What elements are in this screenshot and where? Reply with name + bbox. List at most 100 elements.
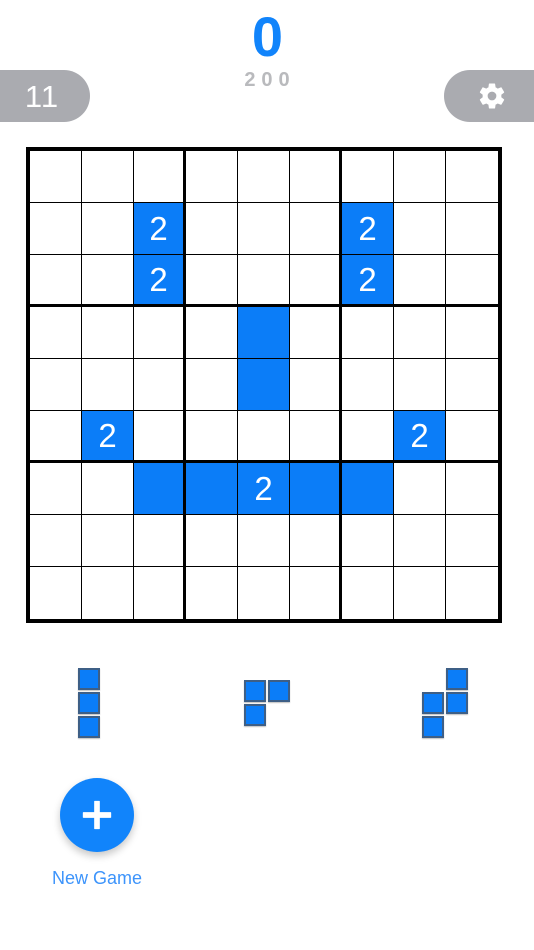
board-cell[interactable] bbox=[82, 203, 134, 255]
board-cell[interactable] bbox=[290, 151, 342, 203]
board-cell[interactable] bbox=[82, 151, 134, 203]
board-cell[interactable]: 2 bbox=[342, 203, 394, 255]
board-cell[interactable] bbox=[446, 255, 498, 307]
board-cell[interactable]: 2 bbox=[134, 255, 186, 307]
tray-slot[interactable] bbox=[178, 645, 356, 760]
board-cell[interactable] bbox=[238, 307, 290, 359]
board-cell[interactable] bbox=[446, 151, 498, 203]
board-cell[interactable] bbox=[446, 307, 498, 359]
board-cell[interactable] bbox=[446, 411, 498, 463]
board-cell[interactable] bbox=[82, 515, 134, 567]
header-bar: 11 0 200 bbox=[0, 0, 534, 140]
board-cell[interactable] bbox=[342, 151, 394, 203]
board-cell[interactable] bbox=[30, 411, 82, 463]
new-game-button[interactable] bbox=[60, 778, 134, 852]
piece-l-tromino[interactable] bbox=[244, 679, 290, 726]
tray-slot[interactable] bbox=[356, 645, 534, 760]
board-cell[interactable] bbox=[82, 255, 134, 307]
board-cell[interactable] bbox=[446, 359, 498, 411]
board-cell[interactable] bbox=[238, 203, 290, 255]
board-cell[interactable] bbox=[186, 567, 238, 619]
board-cell[interactable] bbox=[186, 151, 238, 203]
piece-block bbox=[422, 715, 444, 738]
board-cell[interactable] bbox=[186, 515, 238, 567]
board-cell[interactable] bbox=[134, 151, 186, 203]
game-board[interactable]: 2222222 bbox=[26, 147, 502, 623]
new-game-label[interactable]: New Game bbox=[22, 868, 172, 888]
board-cell[interactable] bbox=[134, 307, 186, 359]
board-cell[interactable] bbox=[238, 151, 290, 203]
board-cell[interactable] bbox=[342, 307, 394, 359]
board-cell[interactable] bbox=[82, 307, 134, 359]
board-cell[interactable]: 2 bbox=[394, 411, 446, 463]
board-cell[interactable] bbox=[342, 567, 394, 619]
board-cell[interactable] bbox=[290, 463, 342, 515]
board-cell[interactable] bbox=[186, 411, 238, 463]
board-cell[interactable] bbox=[186, 463, 238, 515]
board-cell[interactable] bbox=[82, 463, 134, 515]
piece-tray bbox=[0, 645, 534, 760]
board-cell[interactable] bbox=[82, 359, 134, 411]
board-cell[interactable] bbox=[238, 567, 290, 619]
board-cell[interactable] bbox=[394, 463, 446, 515]
board-cell[interactable] bbox=[134, 567, 186, 619]
board-cell[interactable]: 2 bbox=[342, 255, 394, 307]
board-cell[interactable]: 2 bbox=[82, 411, 134, 463]
board-cell[interactable] bbox=[30, 567, 82, 619]
piece-s-tetromino[interactable] bbox=[422, 667, 468, 738]
board-cell[interactable] bbox=[290, 255, 342, 307]
board-cell[interactable] bbox=[290, 567, 342, 619]
board-cell[interactable] bbox=[238, 359, 290, 411]
board-cell[interactable] bbox=[186, 307, 238, 359]
board-cell[interactable] bbox=[446, 515, 498, 567]
board-cell[interactable] bbox=[290, 307, 342, 359]
board-cell[interactable] bbox=[342, 359, 394, 411]
score-current: 0 bbox=[251, 5, 283, 68]
settings-button[interactable] bbox=[444, 70, 534, 122]
board-cell[interactable] bbox=[238, 515, 290, 567]
tray-slot[interactable] bbox=[0, 645, 178, 760]
board-cell[interactable] bbox=[342, 463, 394, 515]
board-cell[interactable] bbox=[134, 359, 186, 411]
board-cell[interactable] bbox=[394, 203, 446, 255]
board-cell[interactable] bbox=[446, 203, 498, 255]
board-cell[interactable] bbox=[82, 567, 134, 619]
board-cell[interactable] bbox=[290, 359, 342, 411]
board-cell[interactable] bbox=[186, 359, 238, 411]
board-cell[interactable] bbox=[134, 463, 186, 515]
board-cell[interactable] bbox=[30, 515, 82, 567]
board-cell[interactable] bbox=[30, 151, 82, 203]
piece-block bbox=[244, 703, 266, 726]
board-cell[interactable] bbox=[238, 411, 290, 463]
board-cell[interactable] bbox=[238, 255, 290, 307]
board-cell[interactable] bbox=[30, 255, 82, 307]
board-cell[interactable] bbox=[30, 203, 82, 255]
piece-gap bbox=[422, 668, 444, 690]
board-cell[interactable] bbox=[30, 463, 82, 515]
board-cell[interactable] bbox=[134, 515, 186, 567]
board-cell[interactable] bbox=[290, 203, 342, 255]
board-cell[interactable] bbox=[394, 567, 446, 619]
board-cell[interactable] bbox=[446, 463, 498, 515]
board-cell[interactable] bbox=[394, 255, 446, 307]
board-cell[interactable]: 2 bbox=[238, 463, 290, 515]
piece-i-vertical[interactable] bbox=[78, 667, 100, 738]
board-cell[interactable] bbox=[186, 255, 238, 307]
board-cell[interactable] bbox=[342, 411, 394, 463]
board-cell[interactable] bbox=[394, 515, 446, 567]
new-game-control: New Game bbox=[22, 778, 172, 888]
board-cell[interactable] bbox=[394, 359, 446, 411]
board-cell[interactable] bbox=[290, 515, 342, 567]
board-cell[interactable] bbox=[30, 307, 82, 359]
board-cell[interactable] bbox=[30, 359, 82, 411]
board-cell[interactable] bbox=[446, 567, 498, 619]
board-cell[interactable]: 2 bbox=[134, 203, 186, 255]
board-cell[interactable] bbox=[394, 151, 446, 203]
board-cell[interactable] bbox=[186, 203, 238, 255]
board-cell[interactable] bbox=[290, 411, 342, 463]
board-cell[interactable] bbox=[394, 307, 446, 359]
piece-gap bbox=[268, 704, 290, 726]
piece-block bbox=[78, 667, 100, 690]
board-cell[interactable] bbox=[342, 515, 394, 567]
board-cell[interactable] bbox=[134, 411, 186, 463]
